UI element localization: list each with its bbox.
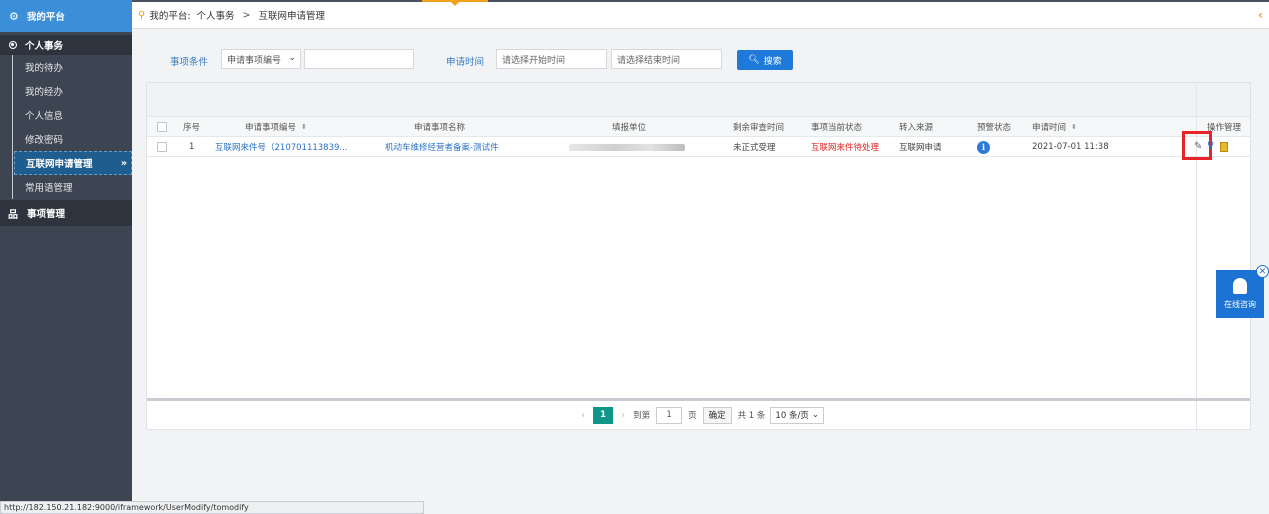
breadcrumb-bar: ⚲ 我的平台: 个人事务 > 互联网申请管理 ‹ [132,0,1269,29]
header-remain: 剩余审查时间 [733,123,785,133]
page-1-button[interactable]: 1 [593,406,614,424]
prev-page-icon[interactable]: ‹ [581,410,585,421]
total-count: 共 1 条 [737,411,766,421]
redacted-text [569,143,685,151]
page-size-value: 10 条/页 [775,411,809,421]
pagination: ‹ 1 › 到第 1 页 确定 共 1 条 10 条/页 ⌄ [147,401,1250,429]
online-consult-label: 在线咨询 [1224,300,1256,309]
checkbox-icon [157,122,167,132]
header-time-label: 申请时间 [1032,123,1067,133]
header-unit: 填报单位 [612,123,647,133]
row-unit-redacted [569,137,685,157]
row-remain: 未正式受理 [733,143,776,153]
sort-icon: ⬍ [301,123,307,131]
bell-icon [1233,278,1247,294]
search-button-label: 搜索 [763,56,782,67]
sidebar-item-label: 我的经办 [25,87,64,98]
row-state: 互联网来件待处理 [811,143,880,153]
sidebar-item-phrases[interactable]: 常用语管理 [0,175,132,199]
breadcrumb-separator: > [242,9,251,21]
row-source: 互联网申请 [899,143,942,153]
checkbox-icon [157,142,167,152]
start-time-input[interactable]: 请选择开始时间 [496,49,607,69]
main-content: 事项条件 申请事项编号 ⌄ 申请时间 请选择开始时间 请选择结束时间 🔍︎ 搜索… [132,29,1269,514]
status-url: http://182.150.21.182:9000/iframework/Us… [4,503,249,512]
sidebar-group-label: 个人事务 [25,41,64,52]
row-code-link[interactable]: 互联网来件号（210701113839... [215,137,370,157]
header-seq: 序号 [183,123,201,133]
header-state: 事项当前状态 [811,123,863,133]
sidebar-item-todo[interactable]: 我的待办 [0,55,132,79]
goto-page-input[interactable]: 1 [656,406,683,424]
chevron-down-icon: ⌄ [811,410,819,420]
sidebar-item-handled[interactable]: 我的经办 [0,79,132,103]
header-code-label: 申请事项编号 [245,123,297,133]
end-time-input[interactable]: 请选择结束时间 [611,49,722,69]
result-panel: 序号 申请事项编号 ⬍ 申请事项名称 填报单位 剩余审查时间 事项当前状态 转入来… [146,82,1251,431]
search-icon: 🔍︎ [748,55,760,65]
goto-label: 到第 [633,411,651,421]
header-name: 申请事项名称 [414,123,466,133]
circle-icon [9,41,17,49]
sidebar-item-label: 修改密码 [25,135,64,146]
condition-select[interactable]: 申请事项编号 ⌄ [221,49,301,69]
sort-icon: ⬍ [1071,123,1077,131]
sidebar-item-profile[interactable]: 个人信息 [0,103,132,127]
header-code[interactable]: 申请事项编号 ⬍ [245,117,307,137]
breadcrumb-level2[interactable]: 互联网申请管理 [259,8,326,22]
breadcrumb-root: 我的平台: [149,11,191,22]
row-name-link[interactable]: 机动车维修经营者备案-测试件 [385,137,499,157]
sidebar-item-label: 互联网申请管理 [26,159,93,170]
time-label: 申请时间 [446,57,485,68]
next-page-icon[interactable]: › [621,410,625,421]
sidebar-group-personal[interactable]: 个人事务 [0,35,132,55]
table-header: 序号 申请事项编号 ⬍ 申请事项名称 填报单位 剩余审查时间 事项当前状态 转入来… [147,117,1250,137]
close-icon[interactable]: ✕ [1256,265,1269,278]
sidebar: ⚙ 我的平台 个人事务 我的待办 我的经办 个人信息 修改密码 互联网申请管理 … [0,0,132,514]
sitemap-icon: 品 [8,209,18,221]
condition-label: 事项条件 [170,57,209,68]
row-warn[interactable]: i [977,137,990,157]
chevron-down-icon: ⌄ [288,53,296,63]
search-button[interactable]: 🔍︎ 搜索 [737,50,793,70]
select-all-checkbox[interactable] [157,117,167,137]
online-consult-button[interactable]: 在线咨询 [1216,270,1264,318]
header-warn: 预警状态 [977,123,1012,133]
search-bar: 事项条件 申请事项编号 ⌄ 申请时间 请选择开始时间 请选择结束时间 🔍︎ 搜索 [132,29,1269,85]
sidebar-tree: 我的待办 我的经办 个人信息 修改密码 互联网申请管理 » 常用语管理 [0,55,132,199]
view-search-icon[interactable]: ⚲ [1207,140,1214,151]
condition-input[interactable] [304,49,414,69]
breadcrumb-level1[interactable]: 个人事务 [197,8,235,22]
sidebar-item-internet-apply[interactable]: 互联网申请管理 » [14,151,132,175]
page-size-select[interactable]: 10 条/页 ⌄ [770,406,824,424]
sidebar-item-password[interactable]: 修改密码 [0,127,132,151]
browser-status-bar: http://182.150.21.182:9000/iframework/Us… [0,501,424,514]
row-seq: 1 [189,142,195,152]
sidebar-header[interactable]: ⚙ 我的平台 [0,0,132,32]
sidebar-item-label: 个人信息 [25,111,64,122]
gear-icon: ⚙ [9,9,19,23]
sidebar-group-label: 事项管理 [27,209,66,220]
sidebar-item-label: 常用语管理 [25,183,73,194]
page-unit-label: 页 [688,411,697,421]
goto-confirm-button[interactable]: 确定 [702,406,732,424]
condition-select-value: 申请事项编号 [227,55,282,66]
table-row: 1 互联网来件号（210701113839... 机动车维修经营者备案-测试件 … [147,137,1250,157]
header-source: 转入来源 [899,123,934,133]
document-icon[interactable] [1220,142,1228,152]
location-pin-icon: ⚲ [138,9,146,21]
sidebar-group-matters[interactable]: 品 事项管理 [0,200,132,226]
double-chevron-right-icon: » [120,157,127,169]
chevron-left-icon[interactable]: ‹ [1258,8,1263,22]
sidebar-item-label: 我的待办 [25,63,64,74]
info-icon: i [977,140,990,154]
edit-pencil-icon[interactable]: ✎ [1194,141,1202,152]
panel-toolbar [147,83,1250,117]
row-time: 2021-07-01 11:38 [1032,142,1109,152]
active-tab-indicator [422,0,488,6]
row-checkbox[interactable] [157,137,167,157]
sidebar-header-label: 我的平台 [26,12,65,23]
header-time[interactable]: 申请时间 ⬍ [1032,117,1077,137]
